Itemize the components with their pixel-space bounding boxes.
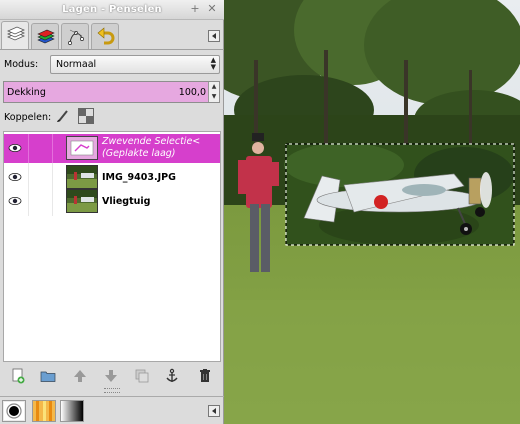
undo-history-icon [97, 27, 115, 45]
visibility-eye-icon[interactable] [8, 195, 22, 207]
layers-dock-panel: Lagen - Penselen + ✕ Modus: Normaal ▲ ▼ … [0, 0, 224, 424]
layer-row-vliegtuig[interactable]: Vliegtuig [4, 187, 220, 216]
chain-column[interactable] [28, 187, 29, 216]
raise-layer-icon[interactable] [72, 368, 88, 384]
divider [0, 49, 224, 50]
layer-name-line1: Zwevende Selectie< [102, 136, 201, 147]
opacity-label: Dekking [7, 87, 46, 98]
layer-buttons-bar [0, 366, 224, 386]
layers-icon [7, 26, 25, 41]
pin-icon[interactable]: + [188, 2, 202, 16]
new-layer-icon[interactable] [10, 368, 26, 384]
layer-name[interactable]: IMG_9403.JPG [102, 172, 176, 183]
layers-list[interactable]: Zwevende Selectie< (Geplakte laag) IMG_9… [3, 131, 221, 362]
lock-pixels-icon[interactable] [55, 108, 71, 124]
tab-paths[interactable] [61, 23, 89, 49]
visibility-eye-icon[interactable] [8, 171, 22, 183]
gradients-icon [61, 401, 83, 421]
image-canvas[interactable] [224, 0, 520, 424]
duplicate-layer-icon[interactable] [134, 368, 150, 384]
layer-row-floating-selection[interactable]: Zwevende Selectie< (Geplakte laag) [4, 134, 220, 163]
visibility-eye-icon[interactable] [8, 142, 22, 154]
tab-patterns[interactable] [32, 400, 56, 422]
combo-arrows-icon: ▲ ▼ [210, 56, 216, 71]
tab-layers[interactable] [1, 21, 29, 49]
anchor-layer-icon[interactable] [164, 368, 180, 384]
tab-channels[interactable] [31, 23, 59, 49]
chain-column-divider [52, 134, 53, 163]
chain-column[interactable] [28, 134, 29, 163]
tab-brushes[interactable] [2, 400, 26, 422]
resize-grip[interactable] [104, 388, 120, 393]
opacity-slider[interactable]: Dekking 100,0 ▲ ▼ [3, 81, 220, 103]
delete-layer-icon[interactable] [197, 368, 213, 384]
floating-selection[interactable] [284, 143, 515, 246]
tab-undo-history[interactable] [91, 23, 119, 49]
canvas-image [224, 0, 520, 424]
layer-thumbnail [66, 136, 98, 160]
layer-thumbnail [66, 189, 98, 213]
opacity-value: 100,0 [178, 87, 206, 98]
layer-name[interactable]: Zwevende Selectie< (Geplakte laag) [102, 136, 200, 160]
lock-label: Koppelen: [4, 112, 52, 123]
mode-label: Modus: [4, 59, 39, 70]
layer-name[interactable]: Vliegtuig [102, 196, 150, 207]
lock-alpha-icon[interactable] [78, 108, 94, 124]
dock-menu-icon[interactable] [208, 30, 220, 42]
channels-icon [37, 29, 55, 44]
layer-name-line2: (Geplakte laag) [102, 148, 176, 159]
dock-tabs [0, 20, 224, 49]
patterns-icon [33, 401, 55, 421]
dock-titlebar[interactable]: Lagen - Penselen + ✕ [0, 0, 224, 20]
lower-layer-icon[interactable] [103, 368, 119, 384]
new-group-icon[interactable] [40, 368, 56, 384]
chain-column-divider [52, 187, 53, 216]
layer-thumbnail [66, 165, 98, 189]
mode-select[interactable]: Normaal ▲ ▼ [50, 55, 220, 74]
bottom-dock-tabs [0, 396, 224, 424]
close-icon[interactable]: ✕ [205, 2, 219, 16]
dock-menu-icon[interactable] [208, 405, 220, 417]
tab-gradients[interactable] [60, 400, 84, 422]
opacity-spin-arrows-icon[interactable]: ▲ ▼ [208, 82, 219, 102]
paths-icon [68, 29, 84, 45]
mode-value: Normaal [56, 59, 97, 70]
brushes-icon [4, 402, 24, 420]
